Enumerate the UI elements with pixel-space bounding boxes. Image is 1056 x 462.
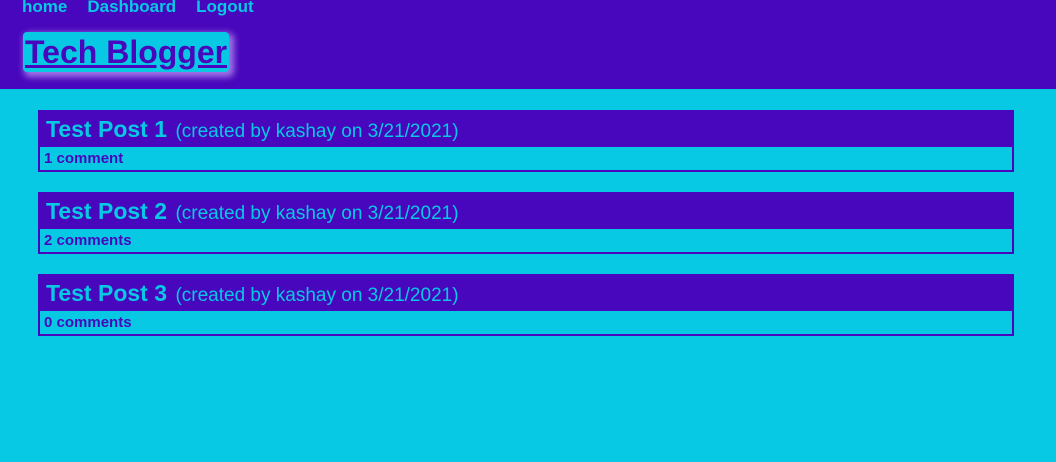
post-comment-count: 1 comment [44, 150, 124, 167]
site-brand: Tech Blogger [23, 32, 230, 72]
post-comment-count: 2 comments [44, 232, 132, 249]
post-header: Test Post 3 (created by kashay on 3/21/2… [40, 276, 1012, 311]
nav-link-logout[interactable]: Logout [196, 0, 254, 17]
site-title-link[interactable]: Tech Blogger [25, 32, 227, 72]
post-title-link[interactable]: Test Post 3 [46, 280, 167, 306]
nav-link-dashboard[interactable]: Dashboard [87, 0, 176, 17]
post-meta: (created by kashay on 3/21/2021) [175, 203, 459, 224]
post-card[interactable]: Test Post 1 (created by kashay on 3/21/2… [38, 110, 1014, 172]
post-list: Test Post 1 (created by kashay on 3/21/2… [38, 110, 1014, 356]
post-comment-count: 0 comments [44, 314, 132, 331]
post-card[interactable]: Test Post 2 (created by kashay on 3/21/2… [38, 192, 1014, 254]
nav-link-home[interactable]: home [22, 0, 67, 17]
post-card[interactable]: Test Post 3 (created by kashay on 3/21/2… [38, 274, 1014, 336]
post-meta: (created by kashay on 3/21/2021) [175, 285, 459, 306]
post-meta: (created by kashay on 3/21/2021) [175, 121, 459, 142]
post-header: Test Post 2 (created by kashay on 3/21/2… [40, 194, 1012, 229]
post-title-link[interactable]: Test Post 2 [46, 198, 167, 224]
site-header: home Dashboard Logout Tech Blogger [0, 0, 1056, 89]
top-nav: home Dashboard Logout [22, 0, 254, 17]
post-title-link[interactable]: Test Post 1 [46, 116, 167, 142]
post-header: Test Post 1 (created by kashay on 3/21/2… [40, 112, 1012, 147]
